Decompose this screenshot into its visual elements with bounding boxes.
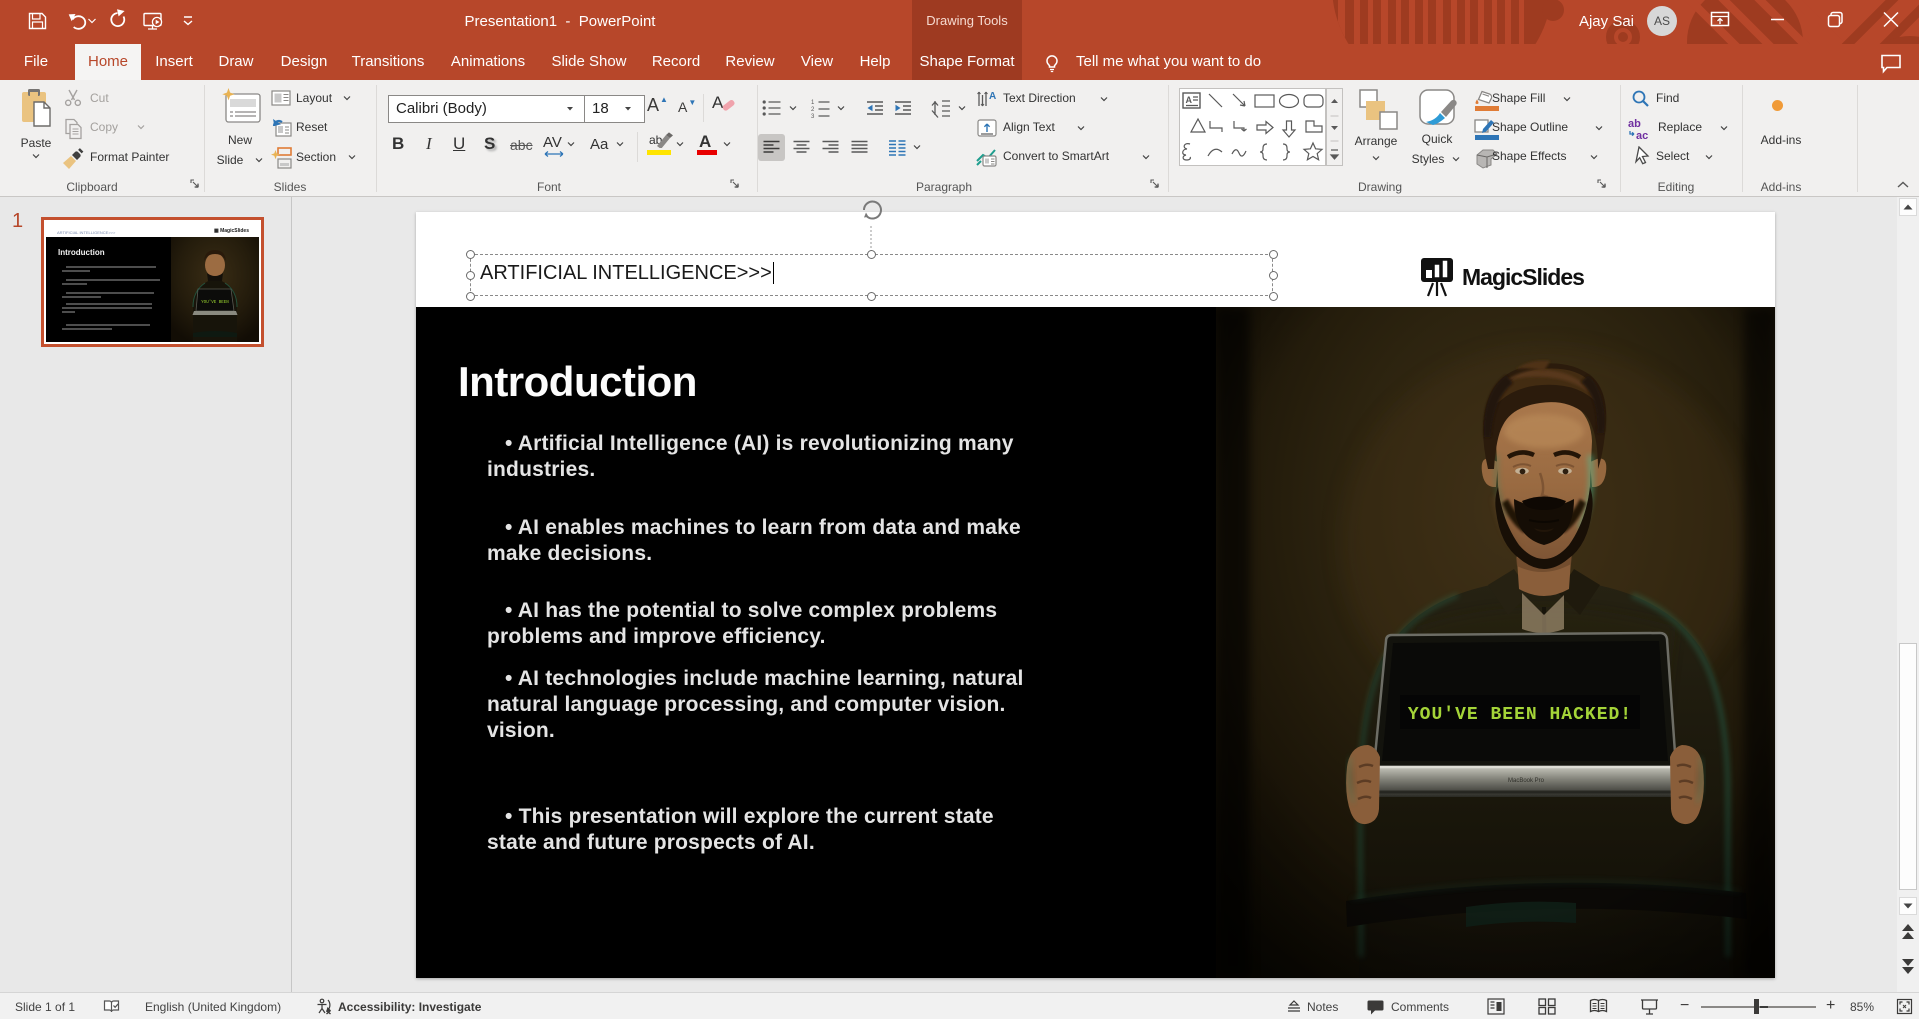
svg-text:A: A	[989, 91, 996, 102]
svg-text:3: 3	[811, 114, 815, 118]
svg-text:YOU'VE BEEN: YOU'VE BEEN	[201, 300, 229, 305]
svg-text:1: 1	[811, 100, 815, 106]
svg-text:A: A	[1186, 95, 1193, 105]
svg-text:ac: ac	[1636, 130, 1648, 140]
svg-text:ab: ab	[1628, 118, 1641, 130]
svg-text:2: 2	[811, 107, 815, 113]
